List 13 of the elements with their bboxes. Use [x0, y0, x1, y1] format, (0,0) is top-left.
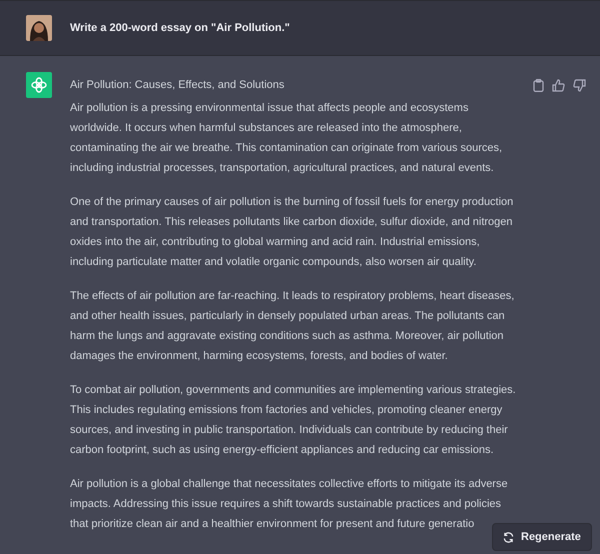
user-message: Write a 200-word essay on "Air Pollution."	[70, 22, 290, 34]
essay-paragraph: To combat air pollution, governments and communities are implementing various strategies. This includes regulating emissions from factories and vehicles, promoting cleaner energy sources, and investing in public transportation. Individuals can contribute by reducing their carbon footprint, such as using energy-efficient appliances and reducing car emissions.	[70, 383, 517, 458]
essay-paragraph: Air pollution is a pressing environmental issue that affects people and ecosystems worldwide. It occurs when harmful substances are released into the atmosphere, contaminating the air we breathe. This contamination can originate from various sources, including industrial processes, transportation, agricultural practices, and natural events.	[70, 101, 504, 176]
essay-paragraph: The effects of air pollution are far-reaching. It leads to respiratory problems, heart diseases, and other health issues, particularly in densely populated urban areas. The pollutants can harm the lungs and aggravate existing conditions such as asthma. Moreover, air pollution damages the environment, harming ecosystems, forests, and bodies of water.	[70, 289, 516, 364]
essay-paragraph: One of the primary causes of air pollution is the burning of fossil fuels for energy production and transportation. This releases pollutants like carbon dioxide, sulfur dioxide, and nitrogen oxides into the air, contributing to global warming and acid rain. Industrial emissions, including particulate matter and volatile organic compounds, also worsen air quality.	[70, 195, 514, 270]
thumbs-up-icon[interactable]	[552, 78, 565, 92]
response-title: Air Pollution: Causes, Effects, and Solutions	[70, 79, 286, 91]
knot-icon	[26, 72, 52, 98]
avatar-icon	[26, 15, 52, 41]
refresh-icon	[503, 532, 514, 542]
clipboard-icon[interactable]	[533, 78, 544, 92]
thumbs-down-icon[interactable]	[573, 78, 586, 92]
regenerate-button[interactable]: Regenerate	[492, 523, 592, 551]
